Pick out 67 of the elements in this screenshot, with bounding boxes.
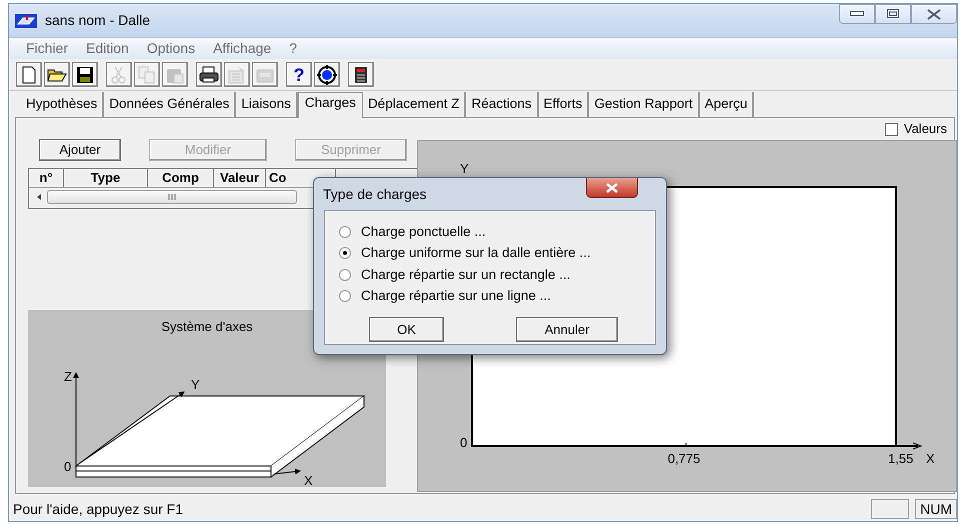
axis-label: Z (64, 368, 72, 384)
printer-icon (199, 64, 219, 84)
minimize-button[interactable] (839, 4, 875, 24)
tab[interactable]: Déplacement Z (362, 92, 466, 117)
axis-label: Y (460, 161, 469, 176)
checkbox-label: Valeurs (904, 120, 947, 138)
tab[interactable]: Aperçu (700, 92, 754, 117)
tab[interactable]: Efforts (538, 92, 590, 117)
window-title: sans nom - Dalle (45, 11, 150, 30)
menu-item[interactable]: Fichier (17, 38, 78, 59)
scrollbar-thumb[interactable] (47, 190, 297, 204)
tab[interactable]: Réactions (466, 92, 539, 117)
radio-button[interactable] (339, 247, 351, 260)
radio-button[interactable] (339, 226, 351, 238)
tick-label: 1,55 (888, 451, 914, 466)
app-icon (15, 13, 37, 30)
column-header[interactable]: Type (64, 169, 148, 187)
axis-label: X (926, 451, 935, 466)
target-icon (317, 64, 337, 84)
toolbar-button[interactable] (16, 62, 42, 87)
tab[interactable]: Gestion Rapport (589, 92, 700, 117)
radio-button[interactable] (339, 290, 351, 302)
radio-label: Charge répartie sur un rectangle ... (361, 266, 570, 284)
dialog-button[interactable]: OK (369, 317, 444, 342)
menu-item[interactable]: Affichage (204, 38, 280, 59)
minimize-icon (850, 11, 864, 17)
scroll-left-icon[interactable] (35, 193, 43, 201)
panel-title: Système d'axes (161, 318, 253, 336)
maximize-button[interactable] (875, 4, 911, 24)
axis-label: Y (191, 376, 200, 392)
menu-item[interactable]: Options (138, 38, 204, 59)
values-checkbox[interactable] (884, 122, 898, 136)
toolbar-button[interactable] (314, 62, 340, 87)
menu-item[interactable]: Edition (77, 38, 138, 59)
help-button[interactable]: ? (286, 62, 312, 87)
status-text: Pour l'aide, appuyez sur F1 (13, 500, 183, 519)
dialog-button[interactable]: Annuler (516, 317, 618, 342)
properties-icon (227, 64, 247, 84)
origin-label: 0 (460, 435, 468, 450)
toolbar-button[interactable] (348, 62, 374, 87)
menu-item[interactable]: ? (280, 38, 306, 59)
toolbar-button[interactable] (44, 62, 70, 87)
toolbar-button[interactable] (72, 62, 98, 87)
axis-label: X (304, 472, 313, 486)
dialog-title: Type de charges (323, 184, 427, 204)
close-icon (927, 8, 941, 20)
status-panel (871, 499, 910, 519)
tab[interactable]: Hypothèses (21, 92, 104, 117)
radio-label: Charge répartie sur une ligne ... (361, 287, 551, 306)
maximize-icon (887, 9, 899, 19)
column-header[interactable]: n° (29, 169, 64, 187)
toolbar-button[interactable] (196, 62, 222, 87)
close-button[interactable] (586, 178, 638, 198)
radio-label: Charge ponctuelle ... (361, 222, 486, 241)
status-indicator: NUM (915, 499, 957, 519)
action-button[interactable]: Ajouter (39, 139, 121, 161)
radio-label: Charge uniforme sur la dalle entière ... (361, 244, 591, 262)
radio-button[interactable] (339, 268, 351, 281)
tab[interactable]: Données Générales (104, 92, 236, 117)
close-button[interactable] (911, 4, 957, 24)
tick-label: 0,775 (668, 451, 700, 466)
origin-label: 0 (64, 458, 72, 474)
column-header[interactable]: Valeur (214, 169, 266, 187)
copy-icon (137, 64, 157, 84)
tab[interactable]: Charges (298, 92, 363, 118)
close-icon (605, 182, 619, 192)
column-header[interactable]: Comp (148, 169, 214, 187)
